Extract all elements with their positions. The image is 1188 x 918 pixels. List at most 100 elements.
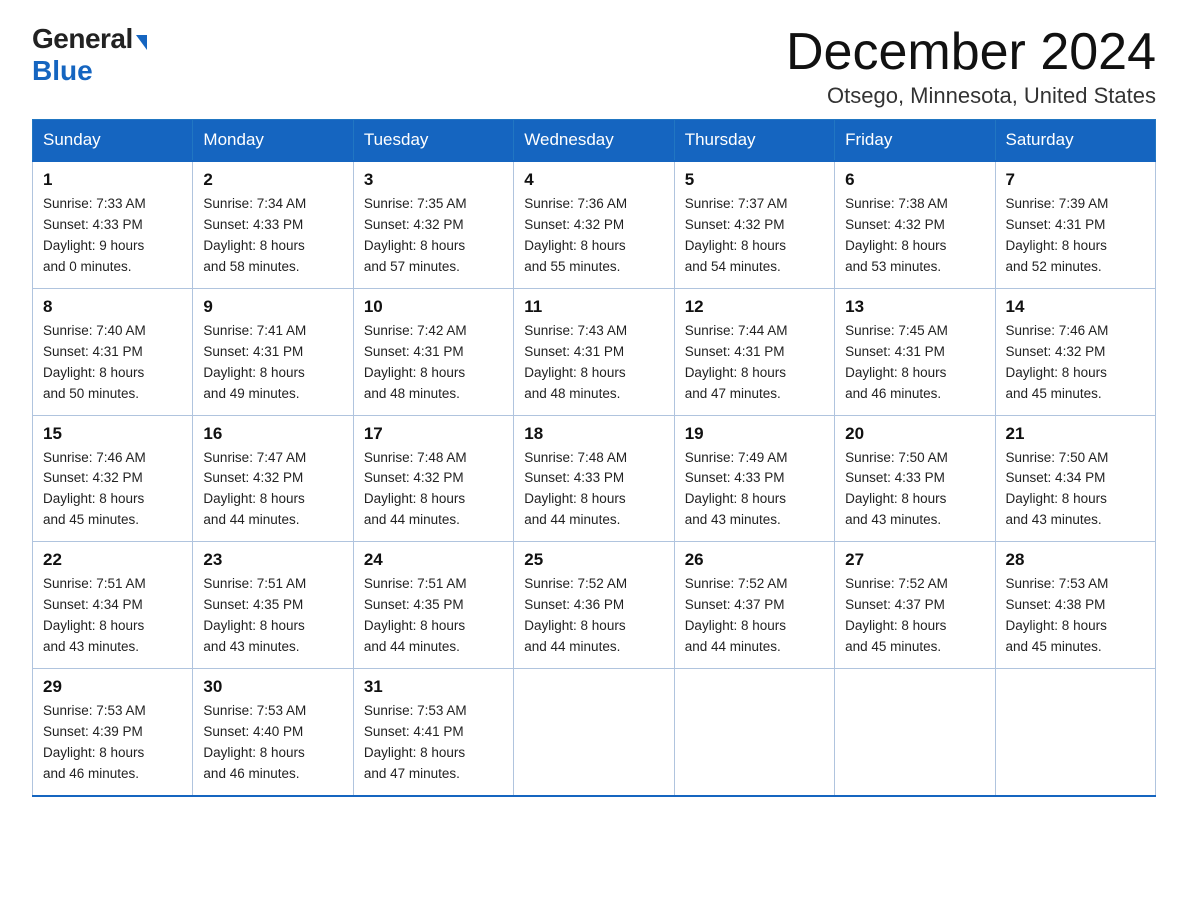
calendar-cell [514,668,674,795]
day-number: 25 [524,550,663,570]
logo-blue-text: Blue [32,55,93,87]
day-info: Sunrise: 7:50 AMSunset: 4:33 PMDaylight:… [845,448,984,532]
day-info: Sunrise: 7:36 AMSunset: 4:32 PMDaylight:… [524,194,663,278]
day-number: 28 [1006,550,1145,570]
day-number: 27 [845,550,984,570]
day-info: Sunrise: 7:48 AMSunset: 4:33 PMDaylight:… [524,448,663,532]
calendar-cell: 7 Sunrise: 7:39 AMSunset: 4:31 PMDaylight… [995,161,1155,288]
day-number: 16 [203,424,342,444]
calendar-cell: 20 Sunrise: 7:50 AMSunset: 4:33 PMDayligh… [835,415,995,542]
day-info: Sunrise: 7:51 AMSunset: 4:34 PMDaylight:… [43,574,182,658]
calendar-header-row: SundayMondayTuesdayWednesdayThursdayFrid… [33,120,1156,162]
calendar-header-friday: Friday [835,120,995,162]
day-info: Sunrise: 7:35 AMSunset: 4:32 PMDaylight:… [364,194,503,278]
day-number: 1 [43,170,182,190]
day-number: 8 [43,297,182,317]
day-number: 4 [524,170,663,190]
day-number: 10 [364,297,503,317]
calendar-header-tuesday: Tuesday [353,120,513,162]
day-info: Sunrise: 7:51 AMSunset: 4:35 PMDaylight:… [364,574,503,658]
day-info: Sunrise: 7:48 AMSunset: 4:32 PMDaylight:… [364,448,503,532]
day-number: 19 [685,424,824,444]
day-info: Sunrise: 7:49 AMSunset: 4:33 PMDaylight:… [685,448,824,532]
day-info: Sunrise: 7:38 AMSunset: 4:32 PMDaylight:… [845,194,984,278]
calendar-cell: 19 Sunrise: 7:49 AMSunset: 4:33 PMDayligh… [674,415,834,542]
calendar-cell: 22Sunrise: 7:51 AMSunset: 4:34 PMDayligh… [33,542,193,669]
day-number: 29 [43,677,182,697]
calendar-cell [835,668,995,795]
calendar-cell: 4 Sunrise: 7:36 AMSunset: 4:32 PMDaylight… [514,161,674,288]
day-number: 3 [364,170,503,190]
calendar-cell: 9Sunrise: 7:41 AMSunset: 4:31 PMDaylight… [193,288,353,415]
calendar-cell: 17 Sunrise: 7:48 AMSunset: 4:32 PMDayligh… [353,415,513,542]
day-info: Sunrise: 7:53 AMSunset: 4:40 PMDaylight:… [203,701,342,785]
day-number: 12 [685,297,824,317]
calendar-cell: 12 Sunrise: 7:44 AMSunset: 4:31 PMDayligh… [674,288,834,415]
page: General Blue December 2024 Otsego, Minne… [0,0,1188,821]
day-info: Sunrise: 7:53 AMSunset: 4:38 PMDaylight:… [1006,574,1145,658]
calendar-cell: 28 Sunrise: 7:53 AMSunset: 4:38 PMDayligh… [995,542,1155,669]
calendar-cell: 24 Sunrise: 7:51 AMSunset: 4:35 PMDayligh… [353,542,513,669]
calendar-week-row: 8Sunrise: 7:40 AMSunset: 4:31 PMDaylight… [33,288,1156,415]
calendar-cell: 5Sunrise: 7:37 AMSunset: 4:32 PMDaylight… [674,161,834,288]
day-info: Sunrise: 7:42 AMSunset: 4:31 PMDaylight:… [364,321,503,405]
calendar-cell: 1 Sunrise: 7:33 AMSunset: 4:33 PMDaylight… [33,161,193,288]
day-number: 7 [1006,170,1145,190]
calendar-table: SundayMondayTuesdayWednesdayThursdayFrid… [32,119,1156,796]
day-number: 13 [845,297,984,317]
day-info: Sunrise: 7:41 AMSunset: 4:31 PMDaylight:… [203,321,342,405]
day-info: Sunrise: 7:43 AMSunset: 4:31 PMDaylight:… [524,321,663,405]
day-info: Sunrise: 7:52 AMSunset: 4:36 PMDaylight:… [524,574,663,658]
location: Otsego, Minnesota, United States [786,83,1156,109]
day-number: 2 [203,170,342,190]
day-info: Sunrise: 7:44 AMSunset: 4:31 PMDaylight:… [685,321,824,405]
calendar-cell: 25 Sunrise: 7:52 AMSunset: 4:36 PMDayligh… [514,542,674,669]
calendar-cell: 11 Sunrise: 7:43 AMSunset: 4:31 PMDayligh… [514,288,674,415]
calendar-cell: 15Sunrise: 7:46 AMSunset: 4:32 PMDayligh… [33,415,193,542]
day-number: 14 [1006,297,1145,317]
calendar-cell: 23Sunrise: 7:51 AMSunset: 4:35 PMDayligh… [193,542,353,669]
calendar-cell: 18Sunrise: 7:48 AMSunset: 4:33 PMDayligh… [514,415,674,542]
calendar-cell: 31 Sunrise: 7:53 AMSunset: 4:41 PMDayligh… [353,668,513,795]
calendar-cell: 30 Sunrise: 7:53 AMSunset: 4:40 PMDayligh… [193,668,353,795]
day-number: 24 [364,550,503,570]
calendar-header-thursday: Thursday [674,120,834,162]
logo-general-text: General [32,24,133,55]
calendar-cell: 26Sunrise: 7:52 AMSunset: 4:37 PMDayligh… [674,542,834,669]
calendar-cell: 14Sunrise: 7:46 AMSunset: 4:32 PMDayligh… [995,288,1155,415]
day-info: Sunrise: 7:52 AMSunset: 4:37 PMDaylight:… [845,574,984,658]
day-info: Sunrise: 7:53 AMSunset: 4:41 PMDaylight:… [364,701,503,785]
day-info: Sunrise: 7:33 AMSunset: 4:33 PMDaylight:… [43,194,182,278]
calendar-cell [995,668,1155,795]
calendar-cell: 21Sunrise: 7:50 AMSunset: 4:34 PMDayligh… [995,415,1155,542]
calendar-cell: 6Sunrise: 7:38 AMSunset: 4:32 PMDaylight… [835,161,995,288]
calendar-header-monday: Monday [193,120,353,162]
day-number: 30 [203,677,342,697]
logo-triangle-icon [136,35,147,50]
calendar-cell: 10 Sunrise: 7:42 AMSunset: 4:31 PMDayligh… [353,288,513,415]
day-info: Sunrise: 7:47 AMSunset: 4:32 PMDaylight:… [203,448,342,532]
calendar-header-saturday: Saturday [995,120,1155,162]
day-info: Sunrise: 7:51 AMSunset: 4:35 PMDaylight:… [203,574,342,658]
day-info: Sunrise: 7:52 AMSunset: 4:37 PMDaylight:… [685,574,824,658]
day-number: 20 [845,424,984,444]
calendar-week-row: 15Sunrise: 7:46 AMSunset: 4:32 PMDayligh… [33,415,1156,542]
calendar-cell: 2 Sunrise: 7:34 AMSunset: 4:33 PMDaylight… [193,161,353,288]
day-info: Sunrise: 7:50 AMSunset: 4:34 PMDaylight:… [1006,448,1145,532]
calendar-cell: 27 Sunrise: 7:52 AMSunset: 4:37 PMDayligh… [835,542,995,669]
day-info: Sunrise: 7:34 AMSunset: 4:33 PMDaylight:… [203,194,342,278]
calendar-week-row: 22Sunrise: 7:51 AMSunset: 4:34 PMDayligh… [33,542,1156,669]
day-number: 31 [364,677,503,697]
day-info: Sunrise: 7:39 AMSunset: 4:31 PMDaylight:… [1006,194,1145,278]
calendar-cell: 3 Sunrise: 7:35 AMSunset: 4:32 PMDaylight… [353,161,513,288]
calendar-cell: 16 Sunrise: 7:47 AMSunset: 4:32 PMDayligh… [193,415,353,542]
calendar-cell: 13Sunrise: 7:45 AMSunset: 4:31 PMDayligh… [835,288,995,415]
day-number: 11 [524,297,663,317]
day-number: 17 [364,424,503,444]
title-block: December 2024 Otsego, Minnesota, United … [786,24,1156,109]
logo: General Blue [32,24,147,87]
month-title: December 2024 [786,24,1156,81]
calendar-cell: 8Sunrise: 7:40 AMSunset: 4:31 PMDaylight… [33,288,193,415]
day-number: 15 [43,424,182,444]
day-number: 5 [685,170,824,190]
